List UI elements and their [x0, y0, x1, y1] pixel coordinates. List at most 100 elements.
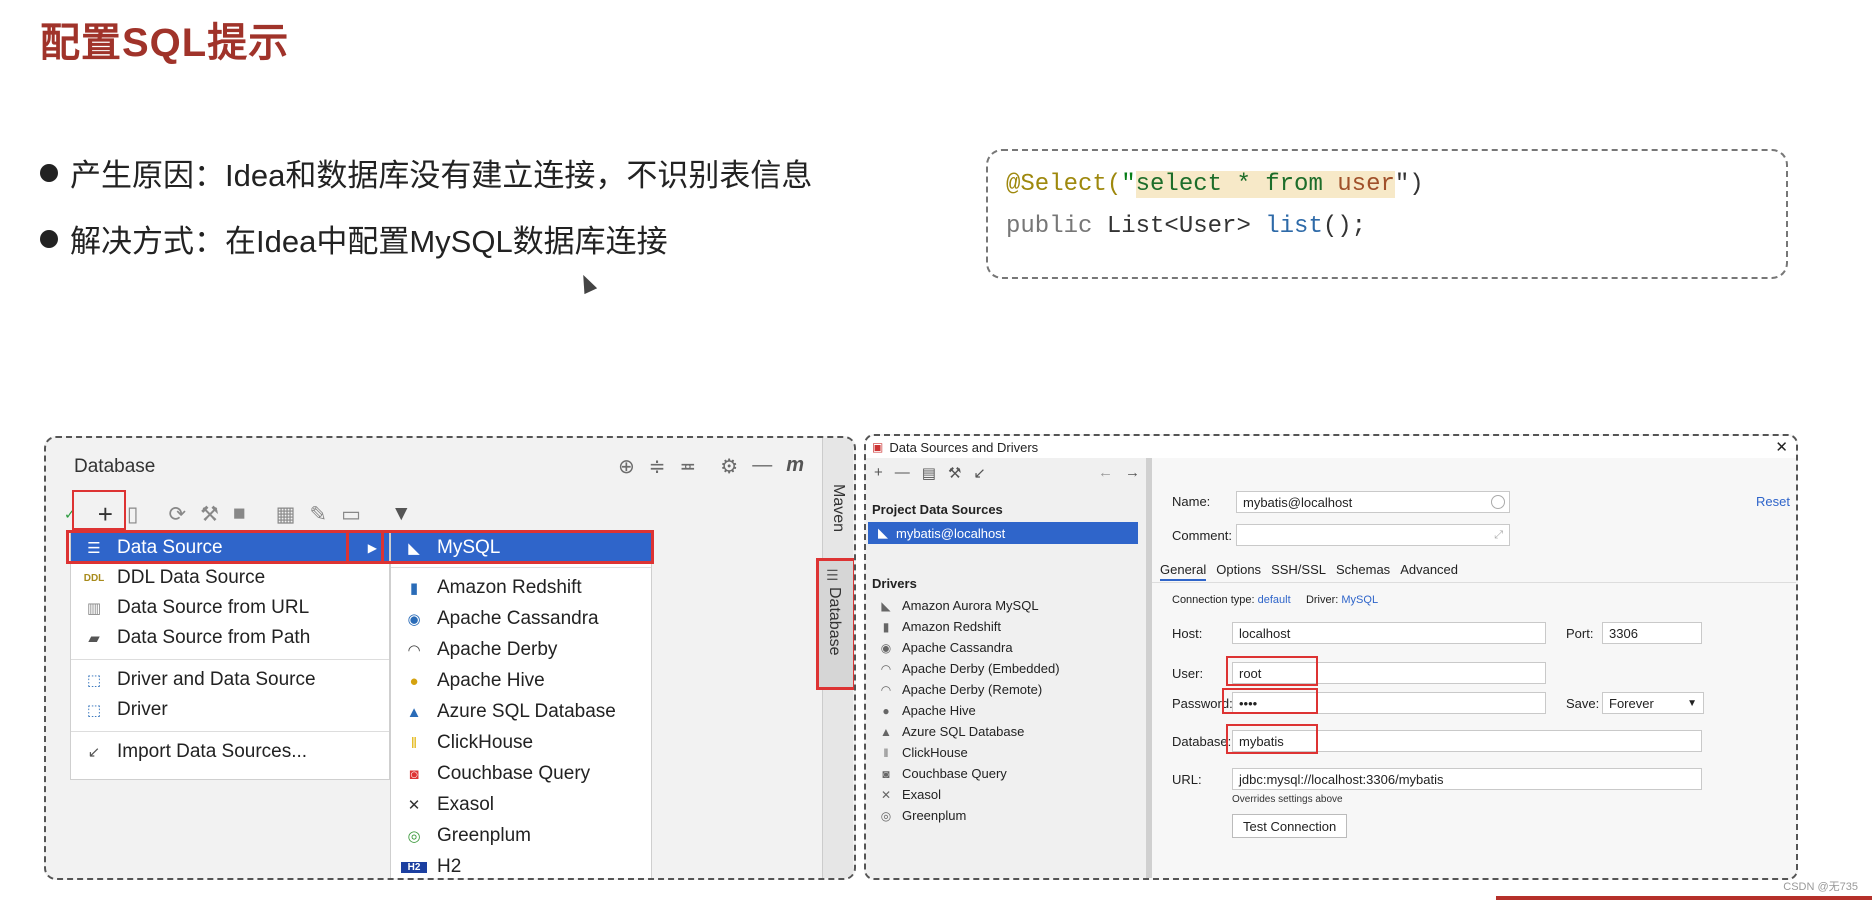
import-icon[interactable]: ↙: [973, 464, 986, 482]
database-icon: ☰: [826, 567, 839, 583]
code-sql-keywords: select * from: [1135, 171, 1323, 198]
name-value: mybatis@localhost: [1243, 494, 1353, 510]
submenu-item-derby[interactable]: ◠ Apache Derby: [391, 635, 651, 665]
driver-item[interactable]: ▲ Azure SQL Database: [878, 724, 1024, 739]
driver-item[interactable]: ▮ Amazon Redshift: [878, 619, 1001, 634]
url-note: Overrides settings above: [1232, 794, 1343, 805]
submenu-item-hive[interactable]: ● Apache Hive: [391, 666, 651, 696]
expand-icon[interactable]: ⤢: [1494, 529, 1503, 542]
console-icon[interactable]: ▭: [341, 502, 361, 527]
host-input[interactable]: localhost: [1232, 622, 1546, 644]
cassandra-icon: ◉: [407, 611, 421, 628]
driver-item[interactable]: ◠ Apache Derby (Remote): [878, 682, 1042, 697]
driver-link[interactable]: MySQL: [1341, 594, 1378, 606]
driver-item[interactable]: ◉ Apache Cassandra: [878, 640, 1013, 655]
redshift-icon: ▮: [882, 619, 890, 634]
save-select[interactable]: Forever ▼: [1602, 692, 1704, 714]
mouse-cursor-icon: [576, 271, 598, 295]
bullet-solution: 解决方式：在Idea中配置MySQL数据库连接: [40, 216, 668, 261]
duplicate-icon[interactable]: ▤: [922, 464, 936, 482]
back-icon[interactable]: ←: [1098, 464, 1113, 482]
driver-label: Driver:: [1305, 594, 1339, 606]
tab-advanced[interactable]: Advanced: [1400, 562, 1458, 581]
menu-item-data-source-url[interactable]: ▥ Data Source from URL: [71, 593, 389, 623]
add-menu: ☰ Data Source ▶ DDL DDL Data Source ▥ Da…: [70, 530, 390, 780]
driver-label: Amazon Redshift: [902, 619, 1001, 634]
database-tab[interactable]: Database ☰: [816, 558, 854, 690]
menu-item-label: Driver and Data Source: [117, 669, 316, 690]
schema-icon[interactable]: ⚒: [200, 502, 219, 527]
tab-ssh-ssl[interactable]: SSH/SSL: [1271, 562, 1326, 581]
color-picker-icon[interactable]: [1491, 495, 1505, 509]
tab-options[interactable]: Options: [1216, 562, 1261, 581]
edit-icon[interactable]: ✎: [309, 502, 327, 527]
tab-schemas[interactable]: Schemas: [1336, 562, 1390, 581]
menu-item-import-data-sources[interactable]: ↙ Import Data Sources...: [71, 737, 389, 767]
forward-icon[interactable]: →: [1125, 464, 1140, 482]
menu-item-label: DDL Data Source: [117, 567, 266, 588]
menu-item-label: Import Data Sources...: [117, 741, 308, 762]
submenu-item-greenplum[interactable]: ◎ Greenplum: [391, 821, 651, 851]
add-button-highlight: [72, 490, 126, 530]
minimize-icon[interactable]: —: [752, 454, 772, 479]
name-input[interactable]: mybatis@localhost: [1236, 491, 1510, 513]
tab-general[interactable]: General: [1160, 562, 1207, 581]
port-input[interactable]: 3306: [1602, 622, 1702, 644]
driver-item[interactable]: ✕ Exasol: [878, 787, 941, 802]
submenu-item-cassandra[interactable]: ◉ Apache Cassandra: [391, 604, 651, 634]
driver-label: Azure SQL Database: [902, 724, 1025, 739]
driver-item[interactable]: ◎ Greenplum: [878, 808, 967, 823]
submenu-item-couchbase[interactable]: ◙ Couchbase Query: [391, 759, 651, 789]
expand-all-icon[interactable]: ≑: [649, 454, 666, 479]
driver-item[interactable]: ◙ Couchbase Query: [878, 766, 1006, 781]
driver-item[interactable]: ‖ ClickHouse: [878, 745, 968, 760]
copy-icon[interactable]: ▯: [127, 502, 139, 527]
bullet-dot-icon: [40, 229, 58, 248]
maven-icon[interactable]: m: [786, 454, 804, 479]
menu-item-driver-and-data-source[interactable]: ⬚ Driver and Data Source: [71, 665, 389, 695]
datasource-item-selected[interactable]: ◣ mybatis@localhost: [868, 522, 1138, 544]
comment-input[interactable]: ⤢: [1236, 524, 1510, 546]
h2-icon: H2: [401, 861, 427, 873]
table-icon[interactable]: ▦: [276, 502, 296, 527]
connection-type-link[interactable]: default: [1258, 594, 1291, 606]
add-icon[interactable]: +: [874, 464, 883, 482]
gear-icon[interactable]: ⚙: [720, 454, 738, 479]
submenu-item-label: Amazon Redshift: [437, 577, 582, 598]
reset-link[interactable]: Reset: [1756, 494, 1790, 509]
redshift-icon: ▮: [409, 580, 419, 597]
collapse-all-icon[interactable]: ≖: [680, 454, 697, 479]
submenu-item-azure[interactable]: ▲ Azure SQL Database: [391, 697, 651, 727]
close-icon[interactable]: ✕: [1775, 438, 1788, 456]
test-connection-button[interactable]: Test Connection: [1232, 814, 1348, 838]
refresh-icon[interactable]: ⟳: [168, 502, 186, 527]
project-data-sources-header: Project Data Sources: [872, 502, 1003, 517]
driver-label: Apache Derby (Embedded): [902, 661, 1060, 676]
stop-icon[interactable]: ■: [233, 502, 246, 526]
port-label: Port:: [1566, 626, 1594, 641]
driver-item[interactable]: ◠ Apache Derby (Embedded): [878, 661, 1060, 676]
target-icon[interactable]: ⊕: [618, 454, 635, 479]
submenu-item-label: Apache Cassandra: [437, 608, 599, 629]
clickhouse-icon: ‖: [883, 745, 889, 760]
remove-icon[interactable]: —: [895, 464, 910, 482]
url-input[interactable]: jdbc:mysql://localhost:3306/mybatis: [1232, 768, 1702, 790]
submenu-item-redshift[interactable]: ▮ Amazon Redshift: [391, 573, 651, 603]
url-icon: ▥: [86, 600, 102, 617]
menu-item-ddl-data-source[interactable]: DDL DDL Data Source: [71, 563, 389, 593]
menu-item-data-source-path[interactable]: ▰ Data Source from Path: [71, 623, 389, 653]
submenu-item-clickhouse[interactable]: ‖ ClickHouse: [391, 728, 651, 758]
submenu-item-exasol[interactable]: ✕ Exasol: [391, 790, 651, 820]
menu-item-driver[interactable]: ⬚ Driver: [71, 695, 389, 725]
submenu-item-h2[interactable]: H2 H2: [391, 852, 651, 878]
save-label: Save:: [1566, 696, 1600, 711]
submenu-item-label: Apache Hive: [437, 670, 545, 691]
driver-item[interactable]: ◣ Amazon Aurora MySQL: [878, 598, 1038, 613]
greenplum-icon: ◎: [880, 808, 892, 823]
hive-icon: ●: [882, 703, 890, 718]
submenu-item-label: Azure SQL Database: [437, 701, 616, 722]
filter-icon[interactable]: ▼: [391, 502, 412, 526]
driver-item[interactable]: ● Apache Hive: [878, 703, 975, 718]
maven-tab[interactable]: Maven: [829, 484, 847, 532]
wrench-icon[interactable]: ⚒: [948, 464, 961, 482]
